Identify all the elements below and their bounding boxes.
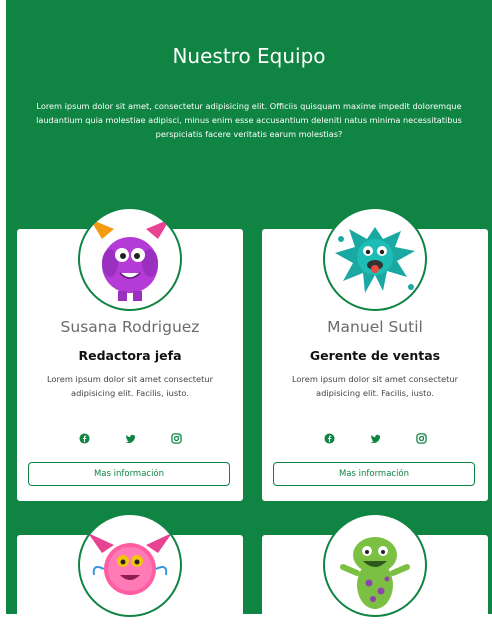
member-name: Manuel Sutil: [327, 318, 423, 336]
more-info-button[interactable]: Mas información: [28, 462, 230, 486]
twitter-icon[interactable]: [368, 431, 382, 445]
member-name: Susana Rodriguez: [60, 318, 200, 336]
pink-fluffy-monster-icon: [88, 533, 172, 595]
team-card: [262, 513, 488, 625]
social-links: [262, 431, 488, 445]
team-card: Manuel Sutil Gerente de ventas Lorem ips…: [262, 207, 488, 501]
instagram-icon[interactable]: [169, 431, 183, 445]
member-role: Redactora jefa: [78, 348, 182, 363]
section-title: Nuestro Equipo: [172, 44, 326, 68]
section-intro: Lorem ipsum dolor sit amet, consectetur …: [36, 101, 462, 139]
member-description: Lorem ipsum dolor sit amet consectetur a…: [291, 374, 459, 398]
member-description: Lorem ipsum dolor sit amet consectetur a…: [46, 374, 214, 398]
avatar: [78, 513, 182, 617]
team-section: Nuestro Equipo Lorem ipsum dolor sit ame…: [6, 0, 492, 625]
team-card: Susana Rodriguez Redactora jefa Lorem ip…: [17, 207, 243, 501]
avatar: [323, 513, 427, 617]
facebook-icon[interactable]: [77, 431, 91, 445]
avatar: [323, 207, 427, 311]
purple-monster-icon: [90, 219, 170, 301]
more-info-button[interactable]: Mas información: [273, 462, 475, 486]
member-role: Gerente de ventas: [309, 348, 441, 363]
facebook-icon[interactable]: [322, 431, 336, 445]
green-spotted-monster-icon: [340, 537, 410, 609]
avatar: [78, 207, 182, 311]
social-links: [17, 431, 243, 445]
teal-splat-monster-icon: [335, 227, 415, 293]
twitter-icon[interactable]: [123, 431, 137, 445]
instagram-icon[interactable]: [414, 431, 428, 445]
team-card: [17, 513, 243, 625]
